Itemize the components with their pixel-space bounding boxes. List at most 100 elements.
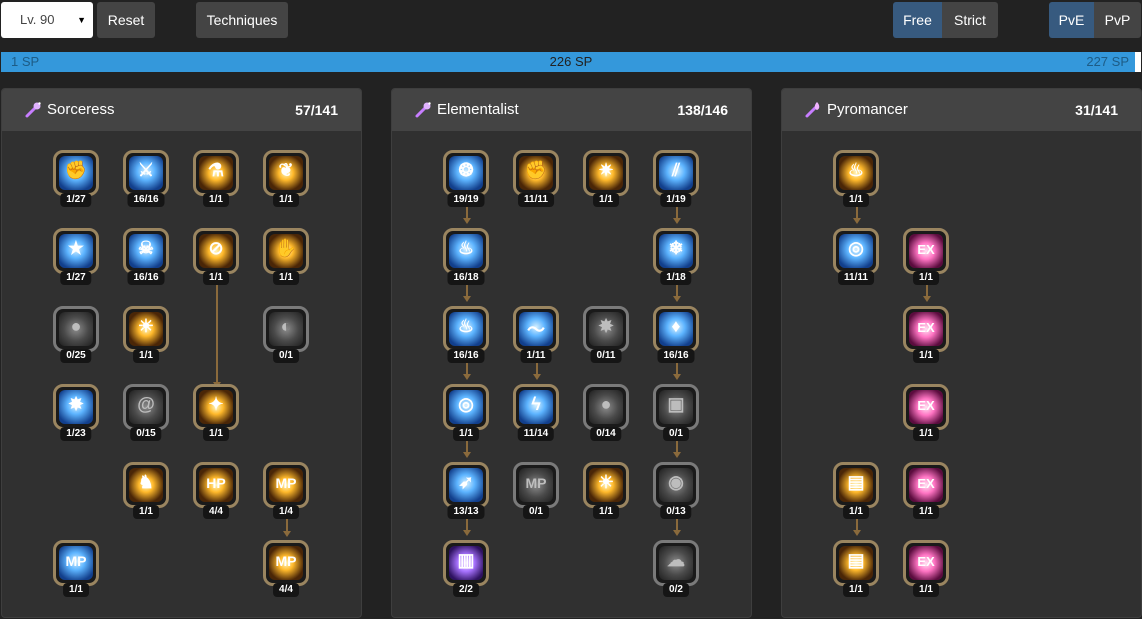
skill-orb[interactable]: ● 0/25 [53,306,99,363]
class-name: Pyromancer [827,101,908,118]
skill-claw[interactable]: ⫽ 1/19 [653,150,699,207]
skill-ex-fire[interactable]: EX 1/1 [903,306,949,363]
sp-progress-bar: 226 SP 1 SP 227 SP [1,52,1141,72]
skill-level-badge: 0/1 [523,505,549,519]
flame-icon: ♨ [457,238,475,258]
skill-swirl[interactable]: ❂ 19/19 [443,150,489,207]
skill-level-badge: 0/15 [130,427,162,441]
skill-level-badge: 11/11 [838,271,874,285]
skill-scroll[interactable]: ▤ 1/1 [833,462,879,519]
skill-hp[interactable]: HP 4/4 [193,462,239,519]
burst-icon: ✸ [68,394,84,414]
class-name: Sorceress [47,101,115,118]
arrow-down-icon [463,296,471,302]
orb-icon: ● [600,394,612,414]
skill-mp-down[interactable]: MP 1/1 [53,540,99,597]
skill-flame[interactable]: ♨ 1/1 [833,150,879,207]
pillar-icon: ▥ [457,550,475,570]
skill-fist[interactable]: ✊ 1/27 [53,150,99,207]
skill-mp[interactable]: MP 0/1 [513,462,559,519]
skill-level-badge: 1/1 [273,271,299,285]
skill-level-badge: 0/1 [663,427,689,441]
skill-level-badge: 1/1 [63,583,89,597]
ex-icon: EX [917,476,935,491]
skill-ice[interactable]: ❄ 1/18 [653,228,699,285]
skill-fist[interactable]: ✊ 11/11 [513,150,559,207]
skill-level-badge: 19/19 [447,193,485,207]
skill-hand[interactable]: ✋ 1/1 [263,228,309,285]
skill-burst[interactable]: ✸ 0/11 [583,306,629,363]
arrow-down-icon [283,531,291,537]
techniques-button[interactable]: Techniques [196,2,288,38]
skill-ring[interactable]: ◎ 1/1 [443,384,489,441]
skill-spiral[interactable]: @0/15 [123,384,169,441]
skill-level-badge: 1/18 [660,271,692,285]
skill-skull[interactable]: ☠ 16/16 [123,228,169,285]
skill-ex-fire[interactable]: EX 1/1 [903,228,949,285]
skill-wave[interactable]: 〜 1/11 [513,306,559,363]
fire-icon: ♨ [457,316,475,336]
skill-level-badge: 1/27 [60,271,92,285]
skill-cauldron[interactable]: ⚗ 1/1 [193,150,239,207]
skill-vortex[interactable]: ◉ 0/13 [653,462,699,519]
skill-mp-up[interactable]: MP 4/4 [263,540,309,597]
skill-level-badge: 0/25 [60,349,92,363]
fist-icon: ✊ [64,160,88,180]
arrow-down-icon [673,374,681,380]
skill-level-badge: 16/18 [447,271,485,285]
spark-icon: ✷ [598,160,614,180]
level-select[interactable]: Lv. 90 ▼ [1,2,93,38]
blade-icon: ⚔ [137,160,155,180]
arrow-down-icon [463,218,471,224]
skill-orb[interactable]: ● 0/14 [583,384,629,441]
fist-icon: ✊ [524,160,548,180]
free-mode-button[interactable]: Free [893,2,942,38]
skill-level-badge: 1/1 [593,193,619,207]
skill-flame[interactable]: ♨ 16/18 [443,228,489,285]
skill-burst[interactable]: ✸ 1/23 [53,384,99,441]
mp-icon: MP [525,475,547,491]
skill-level-badge: 0/13 [660,505,692,519]
skill-wing[interactable]: ❦ 1/1 [263,150,309,207]
skill-scroll[interactable]: ▤ 1/1 [833,540,879,597]
sun-icon: ☀ [597,472,615,492]
skill-vitruvian[interactable]: ✦ 1/1 [193,384,239,441]
arrow-down-icon [673,452,681,458]
skill-ex-runner[interactable]: EX 1/1 [903,462,949,519]
pve-button[interactable]: PvE [1049,2,1094,38]
flame-wand-icon [805,102,820,118]
pvp-button[interactable]: PvP [1094,2,1141,38]
skill-level-badge: 1/1 [843,583,869,597]
skill-no-symbol[interactable]: ⊘ 1/1 [193,228,239,285]
skill-dancer[interactable]: ♞ 1/1 [123,462,169,519]
skill-level-badge: 1/1 [913,349,939,363]
skill-ring[interactable]: ◎ 11/11 [833,228,879,285]
arrow-down-icon [533,374,541,380]
skill-level-badge: 16/16 [127,193,165,207]
skill-star[interactable]: ★ 1/27 [53,228,99,285]
class-panel-elementalist: Elementalist 138/146 ❂ 19/19 ✊ 11/11 ✷ 1/1 … [391,88,752,618]
skill-figure[interactable]: ☀ 1/1 [123,306,169,363]
skill-spark[interactable]: ✷ 1/1 [583,150,629,207]
skill-ex-fire[interactable]: EX 1/1 [903,384,949,441]
strict-mode-button[interactable]: Strict [942,2,998,38]
skill-runner[interactable]: ➶ 13/13 [443,462,489,519]
skill-bolt[interactable]: ϟ 11/14 [513,384,559,441]
skill-level-badge: 1/1 [913,583,939,597]
reset-button[interactable]: Reset [97,2,155,38]
skill-storm[interactable]: ☁ 0/2 [653,540,699,597]
skill-blade[interactable]: ⚔ 16/16 [123,150,169,207]
skill-level-badge: 4/4 [203,505,229,519]
skill-fire[interactable]: ♨ 16/16 [443,306,489,363]
skill-sun[interactable]: ☀ 1/1 [583,462,629,519]
skill-ex-ring[interactable]: EX 1/1 [903,540,949,597]
skill-level-badge: 0/1 [273,349,299,363]
skill-cube[interactable]: ▣ 0/1 [653,384,699,441]
skill-crystal[interactable]: ♦ 16/16 [653,306,699,363]
wave-icon: 〜 [527,320,545,340]
ex-icon: EX [917,242,935,257]
skill-link [216,284,218,389]
skill-mp[interactable]: MP 1/4 [263,462,309,519]
skill-shield[interactable]: ◐ 0/1 [263,306,309,363]
skill-pillar[interactable]: ▥ 2/2 [443,540,489,597]
